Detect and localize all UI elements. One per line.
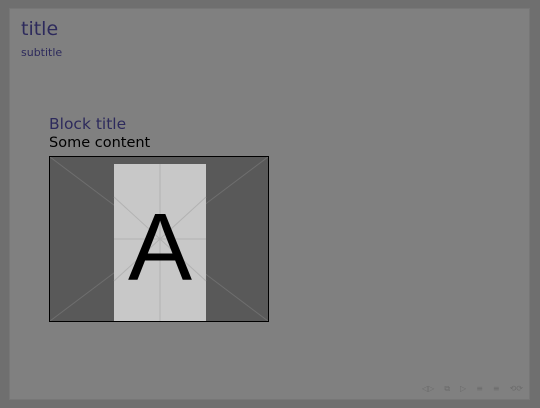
example-image-graphic: A bbox=[50, 157, 268, 321]
nav-prev-section-icon[interactable]: ▷ bbox=[460, 385, 466, 393]
content-block: Block title Some content A bbox=[49, 115, 269, 322]
slide: title subtitle Block title Some content … bbox=[10, 9, 529, 399]
image-letter: A bbox=[128, 194, 192, 301]
block-content: Some content bbox=[49, 134, 151, 151]
frame-title: title bbox=[21, 18, 59, 40]
nav-frame-icon[interactable]: ⧉ bbox=[444, 385, 450, 393]
navigation-bar: ◁▷ ⧉ ▷ ≡ ≡ ⟲⟳ bbox=[422, 385, 523, 393]
example-image: A bbox=[49, 156, 269, 322]
frame-subtitle: subtitle bbox=[21, 46, 63, 59]
nav-first-icon[interactable]: ◁▷ bbox=[422, 385, 434, 393]
nav-subsection-icon[interactable]: ≡ bbox=[493, 385, 500, 393]
nav-search-icon[interactable]: ⟲⟳ bbox=[510, 385, 523, 393]
nav-next-section-icon[interactable]: ≡ bbox=[476, 385, 483, 393]
block-title: Block title bbox=[49, 115, 127, 133]
